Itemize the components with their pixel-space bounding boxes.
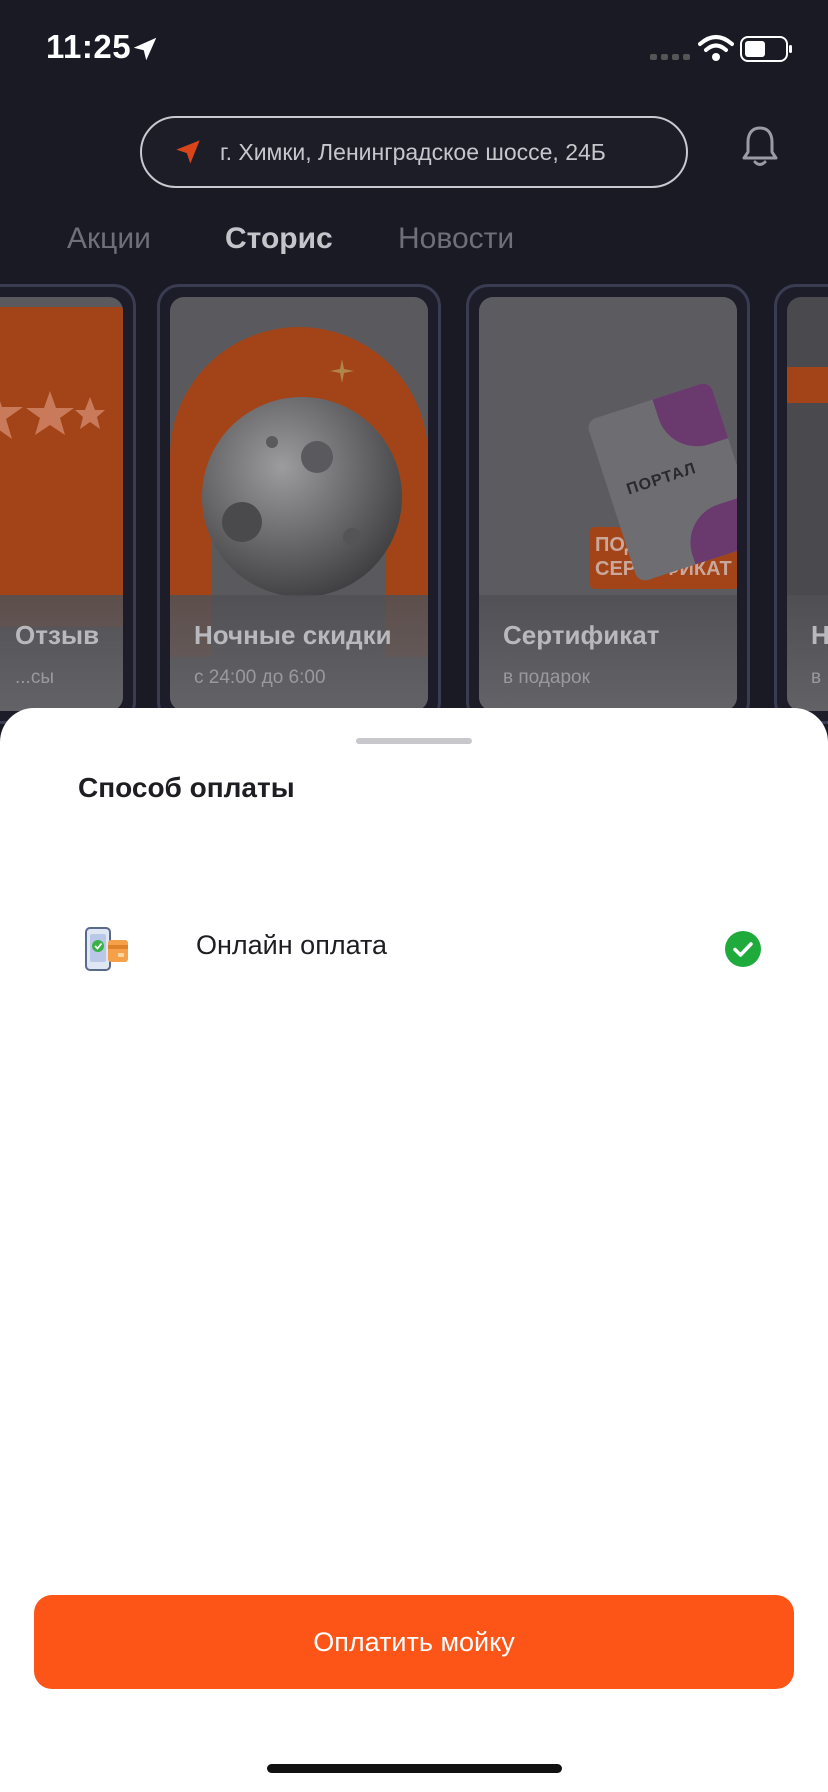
pay-wash-button[interactable]: Оплатить мойку [34, 1595, 794, 1689]
home-indicator [267, 1764, 562, 1773]
sheet-title: Способ оплаты [78, 772, 295, 803]
check-circle-icon [725, 931, 761, 967]
phone-payment-icon [85, 927, 128, 971]
payment-method-sheet: Способ оплаты Онлайн оплата Оплатить мой… [0, 708, 828, 1792]
payment-option-label: Онлайн оплата [196, 930, 388, 960]
payment-option-online[interactable]: Онлайн оплата [0, 908, 828, 1004]
sheet-drag-handle[interactable] [356, 738, 472, 744]
